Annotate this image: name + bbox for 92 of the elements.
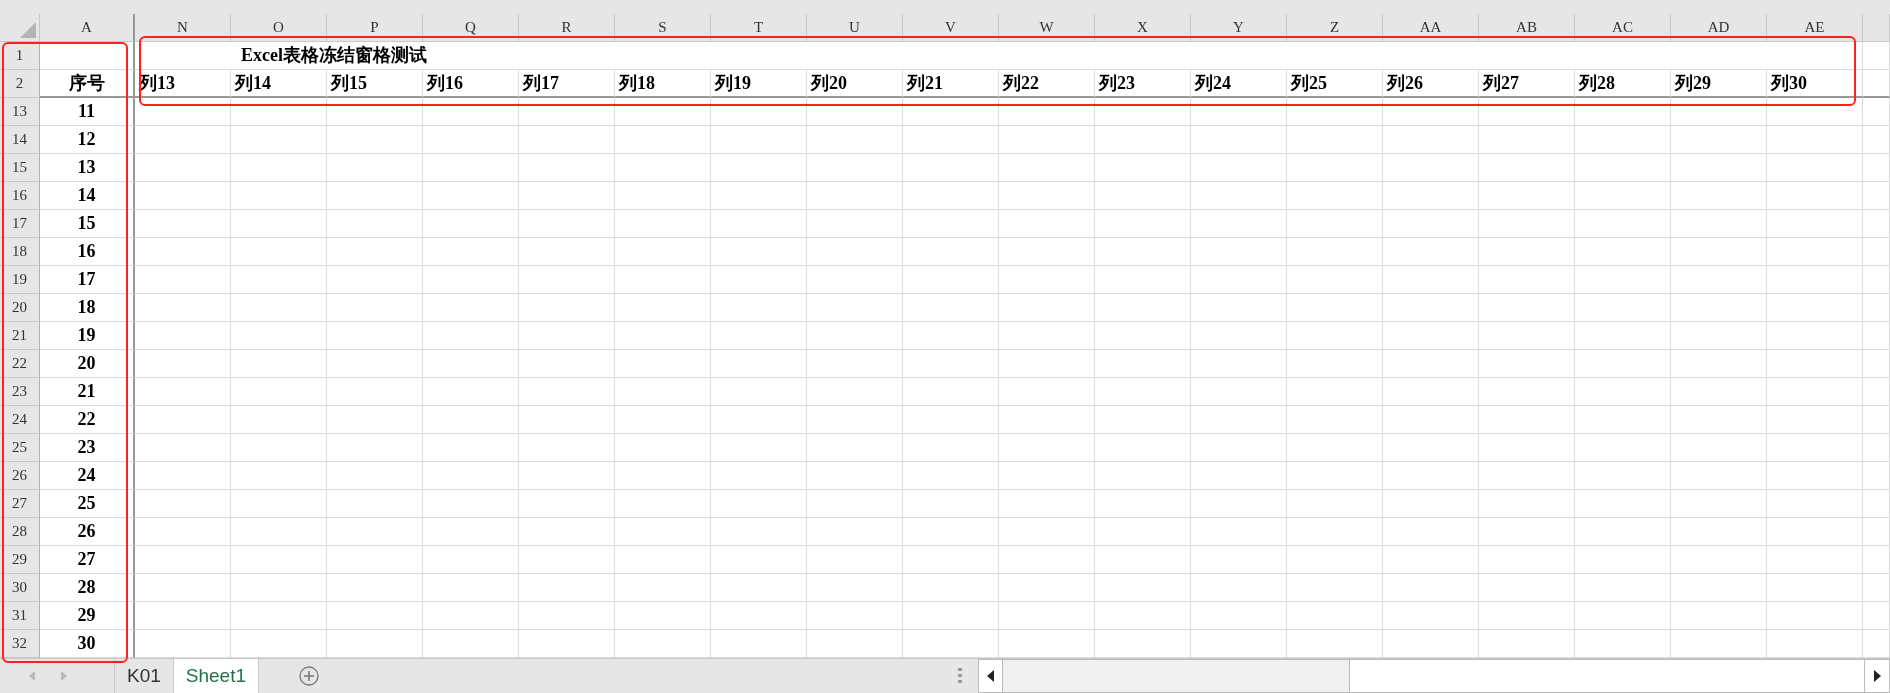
title-cell[interactable]: Excel表格冻结窗格测试 bbox=[135, 42, 1863, 70]
row-header[interactable]: 23 bbox=[0, 378, 40, 406]
grid-cell[interactable]: 22 bbox=[40, 406, 135, 434]
grid-cell[interactable]: 13 bbox=[40, 154, 135, 182]
column-header[interactable]: R bbox=[519, 14, 615, 42]
horizontal-scrollbar[interactable] bbox=[978, 659, 1890, 693]
row-header[interactable]: 14 bbox=[0, 126, 40, 154]
row-header[interactable]: 27 bbox=[0, 490, 40, 518]
grid-cell[interactable]: 列22 bbox=[999, 70, 1095, 98]
grid-cell[interactable]: 列24 bbox=[1191, 70, 1287, 98]
grid-cell[interactable]: 18 bbox=[40, 294, 135, 322]
scroll-left-icon[interactable] bbox=[987, 670, 994, 682]
select-all-corner-icon[interactable] bbox=[20, 22, 36, 38]
column-header[interactable]: N bbox=[135, 14, 231, 42]
scroll-right-icon[interactable] bbox=[1873, 670, 1881, 682]
grid-cell[interactable]: 列29 bbox=[1671, 70, 1767, 98]
column-header[interactable]: P bbox=[327, 14, 423, 42]
column-header[interactable]: W bbox=[999, 14, 1095, 42]
grid-cell[interactable]: 27 bbox=[40, 546, 135, 574]
left-arrow-icon[interactable] bbox=[28, 670, 36, 682]
grid-cell[interactable]: 列26 bbox=[1383, 70, 1479, 98]
column-header[interactable]: AB bbox=[1479, 14, 1575, 42]
grid-cell[interactable]: 12 bbox=[40, 126, 135, 154]
column-header[interactable]: AC bbox=[1575, 14, 1671, 42]
row-header[interactable]: 21 bbox=[0, 322, 40, 350]
row-header[interactable]: 29 bbox=[0, 546, 40, 574]
column-header[interactable]: Y bbox=[1191, 14, 1287, 42]
add-sheet-icon[interactable] bbox=[299, 666, 320, 686]
grid-cell[interactable]: 25 bbox=[40, 490, 135, 518]
column-header[interactable] bbox=[1863, 14, 1890, 42]
row-header[interactable]: 25 bbox=[0, 434, 40, 462]
column-header[interactable]: O bbox=[231, 14, 327, 42]
row-header[interactable]: 19 bbox=[0, 266, 40, 294]
grid-cell[interactable]: 列19 bbox=[711, 70, 807, 98]
row-header[interactable]: 18 bbox=[0, 238, 40, 266]
grid-cell[interactable]: 列21 bbox=[903, 70, 999, 98]
column-header[interactable]: AE bbox=[1767, 14, 1863, 42]
row-header[interactable]: 1 bbox=[0, 42, 40, 70]
grid-cell[interactable]: 17 bbox=[40, 266, 135, 294]
grid-cell[interactable]: 15 bbox=[40, 210, 135, 238]
row-header[interactable]: 16 bbox=[0, 182, 40, 210]
grid-cell[interactable]: 列16 bbox=[423, 70, 519, 98]
column-header[interactable]: AD bbox=[1671, 14, 1767, 42]
grid-cell[interactable]: 列27 bbox=[1479, 70, 1575, 98]
row-header[interactable]: 15 bbox=[0, 154, 40, 182]
column-header[interactable]: A bbox=[40, 14, 135, 42]
column-header[interactable]: S bbox=[615, 14, 711, 42]
sheet-tab[interactable]: Sheet1 bbox=[173, 659, 260, 693]
column-header[interactable]: U bbox=[807, 14, 903, 42]
grid-cell[interactable]: 列23 bbox=[1095, 70, 1191, 98]
grid-cell[interactable]: 列28 bbox=[1575, 70, 1671, 98]
row-header[interactable]: 22 bbox=[0, 350, 40, 378]
grid-cell[interactable]: 14 bbox=[40, 182, 135, 210]
grid-cell[interactable]: 19 bbox=[40, 322, 135, 350]
row-header[interactable]: 24 bbox=[0, 406, 40, 434]
row-header[interactable]: 26 bbox=[0, 462, 40, 490]
grid-cell[interactable]: 16 bbox=[40, 238, 135, 266]
column-header[interactable]: Q bbox=[423, 14, 519, 42]
column-header[interactable]: X bbox=[1095, 14, 1191, 42]
grid-cell[interactable]: 11 bbox=[40, 98, 135, 126]
row-header[interactable]: 28 bbox=[0, 518, 40, 546]
row-header[interactable]: 32 bbox=[0, 630, 40, 658]
row-header[interactable]: 30 bbox=[0, 574, 40, 602]
column-header[interactable]: AA bbox=[1383, 14, 1479, 42]
column-header[interactable]: T bbox=[711, 14, 807, 42]
grid-cell[interactable]: 26 bbox=[40, 518, 135, 546]
sheet-tab[interactable]: K01 bbox=[115, 659, 174, 693]
column-header[interactable]: V bbox=[903, 14, 999, 42]
grid-cell[interactable]: 20 bbox=[40, 350, 135, 378]
grid-cell[interactable]: 列14 bbox=[231, 70, 327, 98]
row-header[interactable]: 31 bbox=[0, 602, 40, 630]
scrollbar-thumb[interactable] bbox=[1349, 660, 1865, 692]
grid-cell[interactable]: 28 bbox=[40, 574, 135, 602]
grid-cell[interactable]: 列25 bbox=[1287, 70, 1383, 98]
right-arrow-icon[interactable] bbox=[60, 670, 68, 682]
grid-cell[interactable]: 29 bbox=[40, 602, 135, 630]
grid-cell[interactable]: 列18 bbox=[615, 70, 711, 98]
row-header[interactable]: 13 bbox=[0, 98, 40, 126]
grid-cell[interactable]: 列30 bbox=[1767, 70, 1863, 98]
grid-cell[interactable]: 21 bbox=[40, 378, 135, 406]
grid-cell[interactable]: 23 bbox=[40, 434, 135, 462]
grid-cell[interactable]: 列20 bbox=[807, 70, 903, 98]
grid-cell[interactable] bbox=[40, 42, 135, 70]
row-header[interactable]: 2 bbox=[0, 70, 40, 98]
grid-cell[interactable]: 列15 bbox=[327, 70, 423, 98]
grid-cell[interactable]: 列17 bbox=[519, 70, 615, 98]
grid-cell[interactable]: 24 bbox=[40, 462, 135, 490]
grid-cell[interactable]: 序号 bbox=[40, 70, 135, 98]
row-header[interactable]: 20 bbox=[0, 294, 40, 322]
splitter-handle-icon[interactable] bbox=[958, 668, 962, 684]
column-header[interactable]: Z bbox=[1287, 14, 1383, 42]
row-header[interactable]: 17 bbox=[0, 210, 40, 238]
